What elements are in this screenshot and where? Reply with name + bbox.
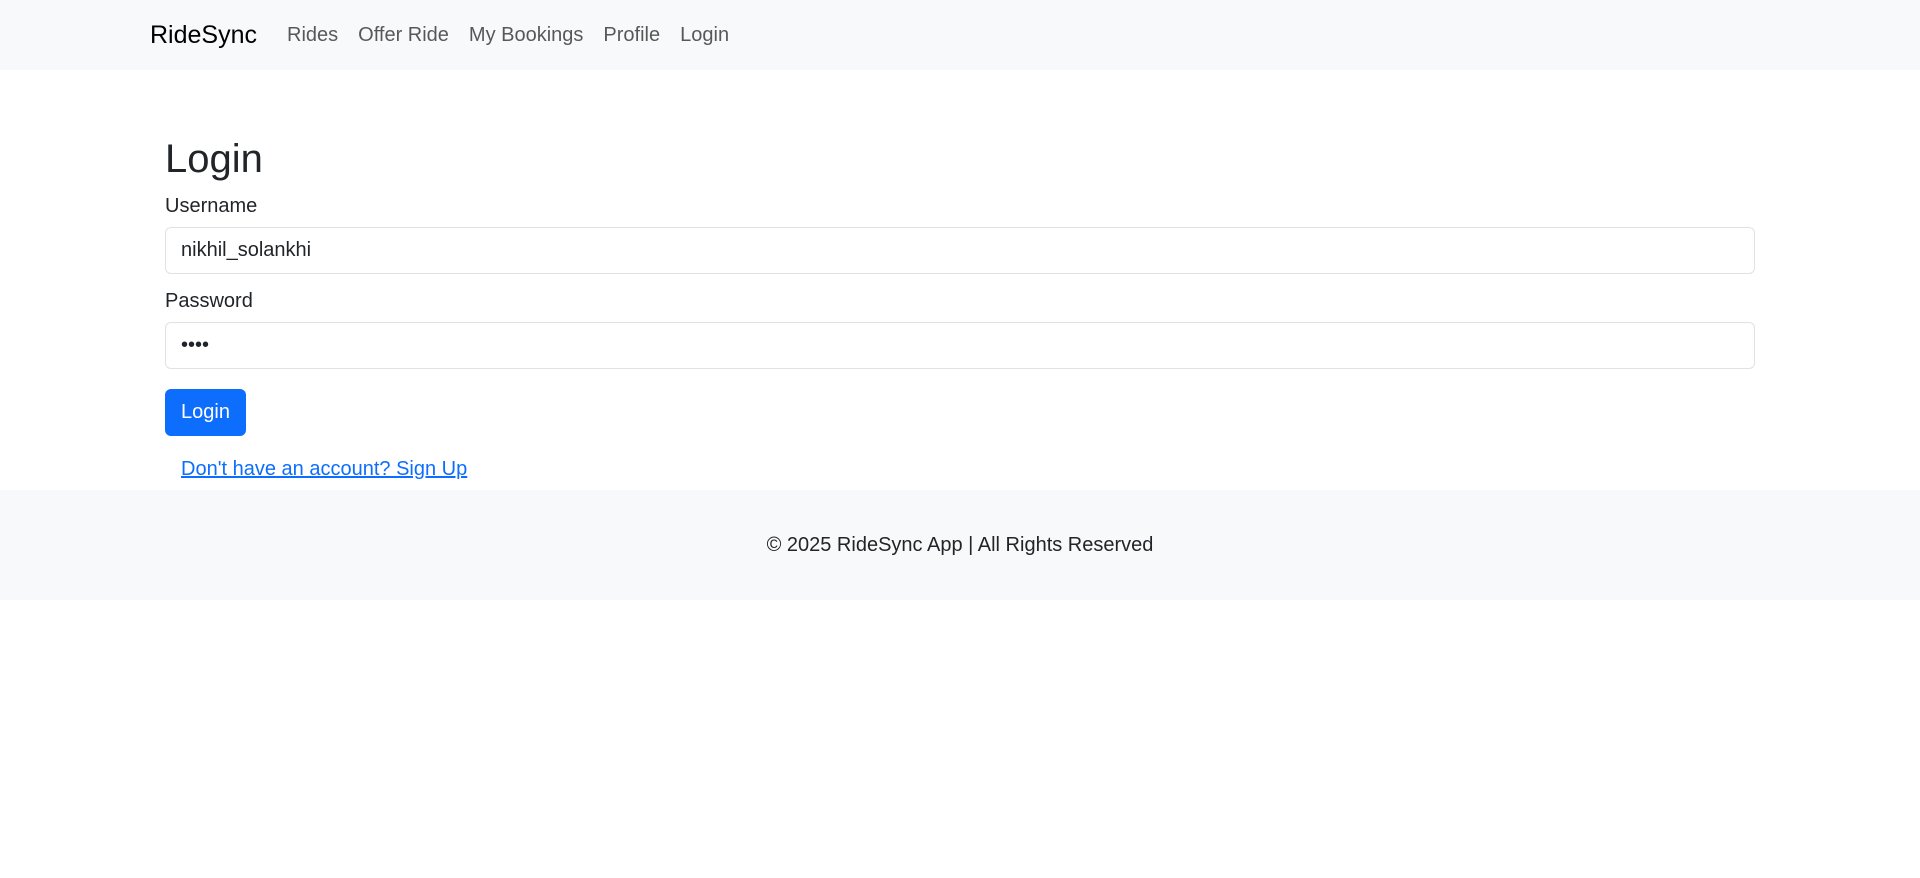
login-container: Login Username Password Login Don't have… [0,70,1920,490]
nav-link-my-bookings[interactable]: My Bookings [469,24,584,47]
nav-link-offer-ride[interactable]: Offer Ride [358,24,449,47]
username-label: Username [165,195,258,217]
brand-link[interactable]: RideSync [150,21,257,50]
page-footer: © 2025 RideSync App | All Rights Reserve… [0,490,1920,600]
login-form: Username Password Login [165,195,1755,436]
copyright-text: © 2025 RideSync App | All Rights Reserve… [766,533,1154,556]
nav-link-profile[interactable]: Profile [603,24,660,47]
username-input[interactable] [165,227,1755,274]
nav-link-rides[interactable]: Rides [287,24,338,47]
top-navbar: RideSync Rides Offer Ride My Bookings Pr… [0,0,1920,70]
signup-link[interactable]: Don't have an account? Sign Up [181,458,467,480]
password-input[interactable] [165,322,1755,369]
signup-row: Don't have an account? Sign Up [165,458,1755,490]
password-label: Password [165,290,253,312]
login-button[interactable]: Login [165,389,246,436]
nav-link-login[interactable]: Login [680,24,729,47]
page-title: Login [165,137,263,181]
